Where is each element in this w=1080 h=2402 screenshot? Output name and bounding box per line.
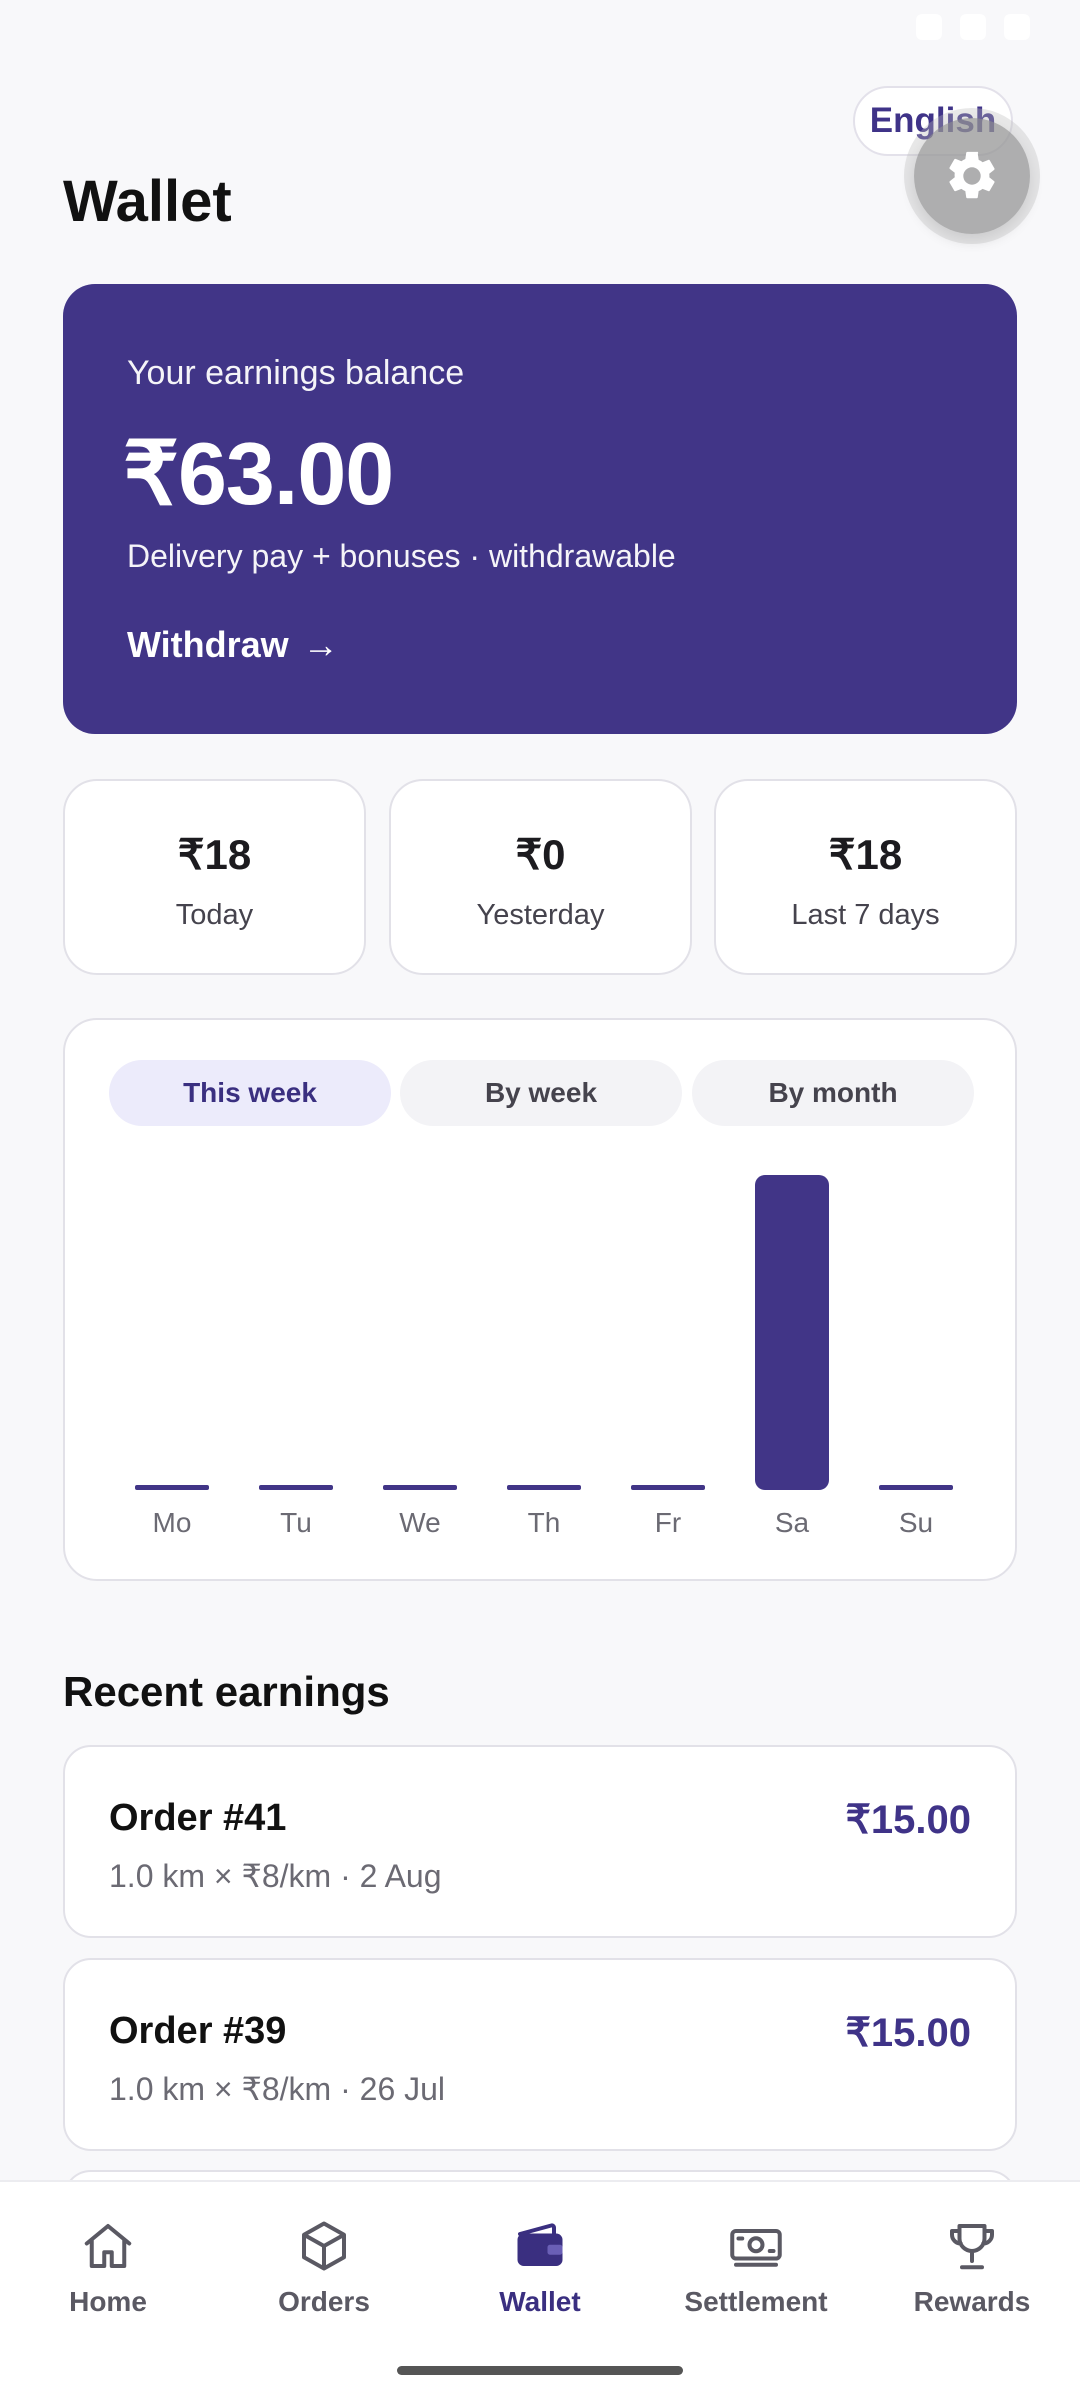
nav-label: Home [69,2286,147,2317]
wallet-icon [517,2223,563,2266]
nav-item-wallet[interactable]: Wallet [432,2216,648,2318]
signal-icon [916,14,942,40]
home-icon [84,2224,132,2268]
x-tick-label: Mo [153,1507,192,1538]
nav-label: Settlement [684,2286,828,2317]
balance-label: Your earnings balance [127,354,465,392]
earning-amount: ₹15.00 [845,2011,971,2055]
earning-title: Order #41 [109,1797,287,1839]
nav-label: Wallet [499,2286,581,2317]
x-tick-label: Fr [655,1507,681,1538]
stat-card-today: ₹18 Today [63,779,366,975]
x-tick-label: Su [899,1507,933,1538]
arrow-right-icon: → [302,624,339,665]
nav-item-rewards[interactable]: Rewards [864,2216,1080,2318]
nav-label: Rewards [913,2286,1031,2317]
bar-th [507,1485,581,1490]
balance-card: Your earnings balance ₹63.00 Delivery pa… [63,284,1017,734]
nav-item-orders[interactable]: Orders [216,2216,432,2318]
x-tick-label: Th [528,1507,561,1538]
bar-su [879,1485,953,1490]
nav-item-home[interactable]: Home [0,2216,216,2318]
stat-value: ₹18 [828,831,903,878]
page-title: Wallet [63,169,232,234]
bar-tu [259,1485,333,1490]
status-bar-icons [916,14,1030,40]
settings-button[interactable] [914,118,1030,234]
stat-label: Last 7 days [791,899,940,931]
stat-card-last-7-days: ₹18 Last 7 days [714,779,1017,975]
x-tick-label: We [399,1507,441,1538]
wifi-icon [960,14,986,40]
earning-detail: 1.0 km × ₹8/km · 2 Aug [109,1858,442,1894]
gear-icon [949,151,995,199]
balance-subtitle: Delivery pay + bonuses · withdrawable [127,538,676,574]
withdraw-label: Withdraw [127,624,289,665]
earning-item[interactable]: Order #39 ₹15.00 1.0 km × ₹8/km · 26 Jul [63,1958,1017,2151]
trophy-icon [950,2224,994,2270]
battery-icon [1004,14,1030,40]
stat-label: Yesterday [476,899,605,931]
earnings-bar-chart: Mo Tu We Th Fr Sa Su [135,1175,953,1538]
nav-item-settlement[interactable]: Settlement [648,2216,864,2318]
box-icon [302,2221,346,2271]
earning-title: Order #39 [109,2010,287,2052]
x-tick-label: Sa [775,1507,810,1538]
earnings-chart-card: This week By week By month Mo Tu We Th Fr Sa S… [63,1018,1017,1581]
earning-item[interactable]: Order #41 ₹15.00 1.0 km × ₹8/km · 2 Aug [63,1745,1017,1938]
stat-value: ₹18 [177,831,252,878]
earning-detail: 1.0 km × ₹8/km · 26 Jul [109,2071,446,2107]
home-indicator [397,2366,683,2375]
earning-amount: ₹15.00 [845,1798,971,1842]
withdraw-button[interactable]: Withdraw → [127,624,339,666]
stat-label: Today [175,899,254,931]
nav-label: Orders [278,2286,370,2317]
x-tick-label: Tu [280,1507,312,1538]
bar-we [383,1485,457,1490]
recent-earnings-title: Recent earnings [63,1668,390,1715]
bar-sa [755,1175,829,1490]
cash-icon [730,2229,782,2267]
bar-fr [631,1485,705,1490]
stat-value: ₹0 [515,831,566,878]
stat-card-yesterday: ₹0 Yesterday [389,779,692,975]
balance-amount: ₹63.00 [123,424,394,523]
bar-mo [135,1485,209,1490]
